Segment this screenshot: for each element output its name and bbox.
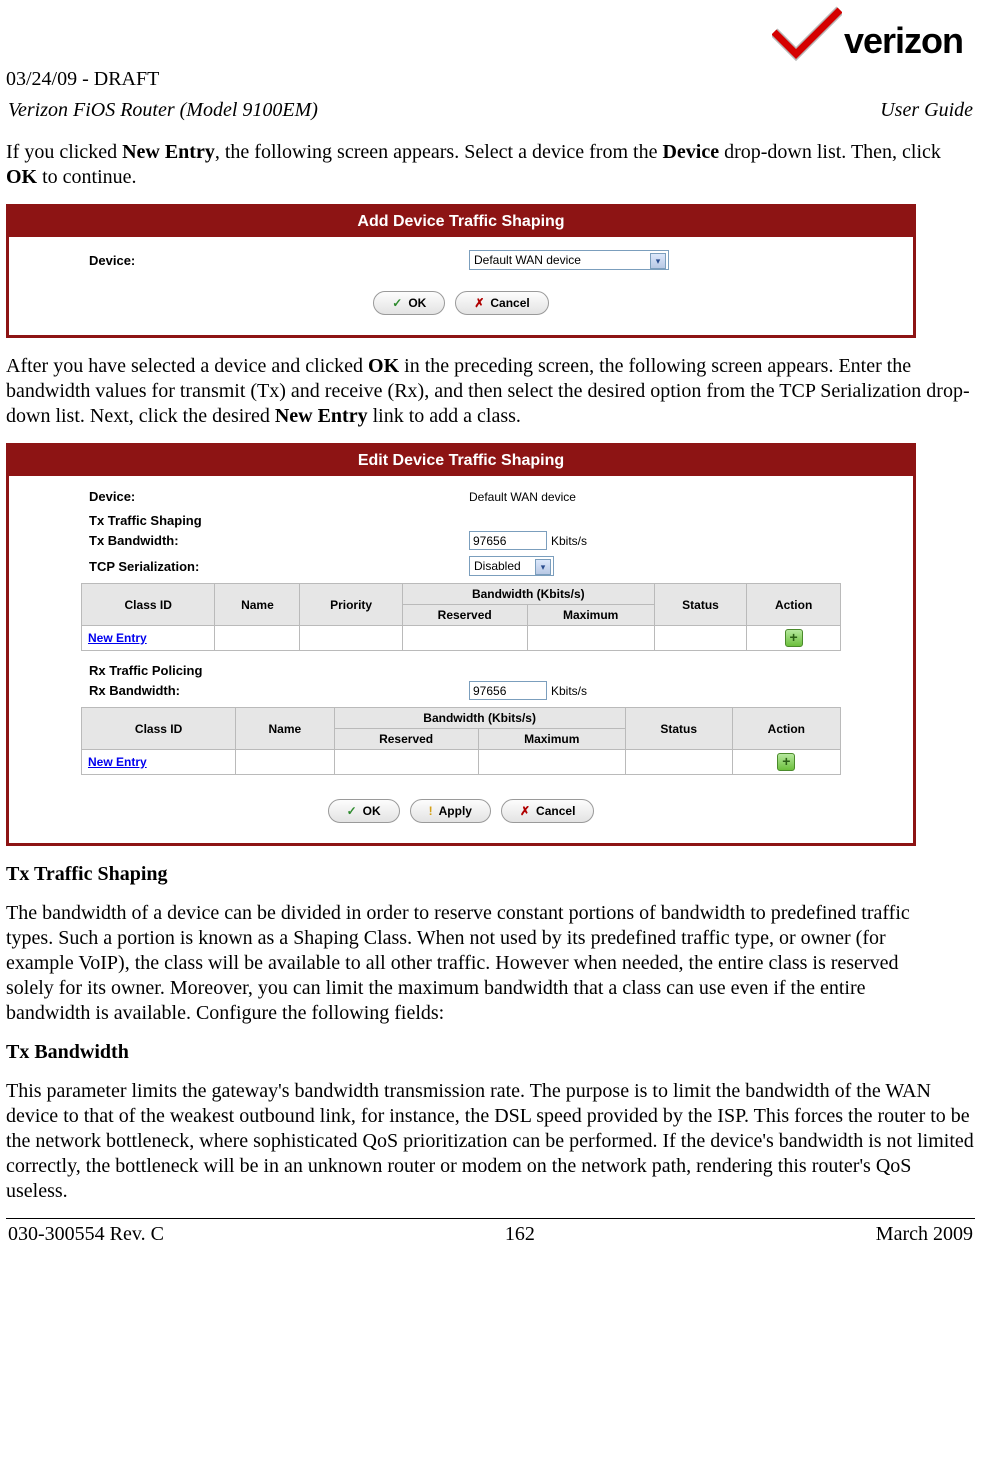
panel2-device-row: Device: Default WAN device [9, 486, 913, 507]
logo-text: verizon [844, 20, 963, 62]
device-label: Device: [89, 253, 469, 268]
panel1-device-row: Device: Default WAN device ▾ [9, 247, 913, 273]
tx-shaping-body: The bandwidth of a device can be divided… [6, 901, 946, 1026]
tx-bw-body: This parameter limits the gateway's band… [6, 1079, 975, 1204]
add-device-panel: Add Device Traffic Shaping Device: Defau… [6, 204, 916, 338]
tx-bw-unit: Kbits/s [551, 534, 587, 548]
footer-page: 162 [505, 1223, 535, 1246]
th-reserved: Reserved [402, 605, 527, 626]
footer-date: March 2009 [876, 1223, 973, 1246]
th-name: Name [236, 708, 334, 750]
th-reserved: Reserved [334, 729, 478, 750]
rx-bw-unit: Kbits/s [551, 684, 587, 698]
rx-section-label: Rx Traffic Policing [9, 657, 913, 678]
device-select[interactable]: Default WAN device [469, 250, 669, 270]
rx-class-table: Class ID Name Bandwidth (Kbits/s) Status… [81, 707, 841, 775]
th-status: Status [654, 584, 746, 626]
x-icon: ✗ [520, 804, 530, 818]
th-name: Name [215, 584, 300, 626]
th-bw-group: Bandwidth (Kbits/s) [334, 708, 625, 729]
th-maximum: Maximum [478, 729, 625, 750]
cancel-button[interactable]: ✗Cancel [455, 291, 548, 315]
table-row: New Entry + [82, 750, 841, 775]
tcp-serialization-select[interactable]: Disabled [469, 556, 554, 576]
new-entry-link[interactable]: New Entry [88, 631, 147, 645]
rx-bw-label: Rx Bandwidth: [89, 683, 469, 698]
tx-section-label: Tx Traffic Shaping [9, 507, 913, 528]
panel2-title: Edit Device Traffic Shaping [9, 446, 913, 476]
rx-bandwidth-input[interactable] [469, 681, 547, 700]
paragraph-2: After you have selected a device and cli… [6, 354, 975, 429]
plus-icon[interactable]: + [777, 753, 795, 771]
verizon-check-icon [772, 4, 842, 62]
draft-date: 03/24/09 - DRAFT [6, 68, 975, 91]
edit-device-panel: Edit Device Traffic Shaping Device: Defa… [6, 443, 916, 846]
tx-bandwidth-row: Tx Bandwidth: Kbits/s [9, 528, 913, 553]
th-bw-group: Bandwidth (Kbits/s) [402, 584, 654, 605]
plus-icon[interactable]: + [785, 629, 803, 647]
tcp-serialization-row: TCP Serialization: Disabled ▾ [9, 553, 913, 579]
verizon-logo: verizon [772, 4, 963, 62]
footer-rev: 030-300554 Rev. C [8, 1223, 164, 1246]
footer-divider [6, 1218, 975, 1219]
cancel-button[interactable]: ✗Cancel [501, 799, 594, 823]
paragraph-1: If you clicked New Entry, the following … [6, 140, 975, 190]
new-entry-link[interactable]: New Entry [88, 755, 147, 769]
ok-button[interactable]: ✓OK [328, 799, 400, 823]
th-status: Status [625, 708, 732, 750]
doc-subtitle: User Guide [880, 99, 973, 122]
check-icon: ✓ [347, 804, 357, 818]
tx-shaping-heading: Tx Traffic Shaping [6, 862, 975, 887]
tx-bw-heading: Tx Bandwidth [6, 1040, 975, 1065]
th-priority: Priority [300, 584, 402, 626]
tx-bandwidth-input[interactable] [469, 531, 547, 550]
exclaim-icon: ! [429, 804, 433, 818]
header-row: Verizon FiOS Router (Model 9100EM) User … [8, 99, 973, 122]
device-value: Default WAN device [469, 490, 576, 504]
th-action: Action [732, 708, 840, 750]
rx-bandwidth-row: Rx Bandwidth: Kbits/s [9, 678, 913, 703]
th-maximum: Maximum [527, 605, 654, 626]
th-class-id: Class ID [82, 708, 236, 750]
tx-class-table: Class ID Name Priority Bandwidth (Kbits/… [81, 583, 841, 651]
doc-title: Verizon FiOS Router (Model 9100EM) [8, 99, 318, 122]
panel1-title: Add Device Traffic Shaping [9, 207, 913, 237]
tx-bw-label: Tx Bandwidth: [89, 533, 469, 548]
table-row: New Entry + [82, 626, 841, 651]
x-icon: ✗ [474, 296, 484, 310]
th-class-id: Class ID [82, 584, 215, 626]
footer-row: 030-300554 Rev. C 162 March 2009 [6, 1223, 975, 1246]
device-label: Device: [89, 489, 469, 504]
check-icon: ✓ [392, 296, 402, 310]
apply-button[interactable]: !Apply [410, 799, 491, 823]
th-action: Action [747, 584, 841, 626]
ok-button[interactable]: ✓OK [373, 291, 445, 315]
logo-area: verizon [6, 4, 975, 62]
tcp-ser-label: TCP Serialization: [89, 559, 469, 574]
